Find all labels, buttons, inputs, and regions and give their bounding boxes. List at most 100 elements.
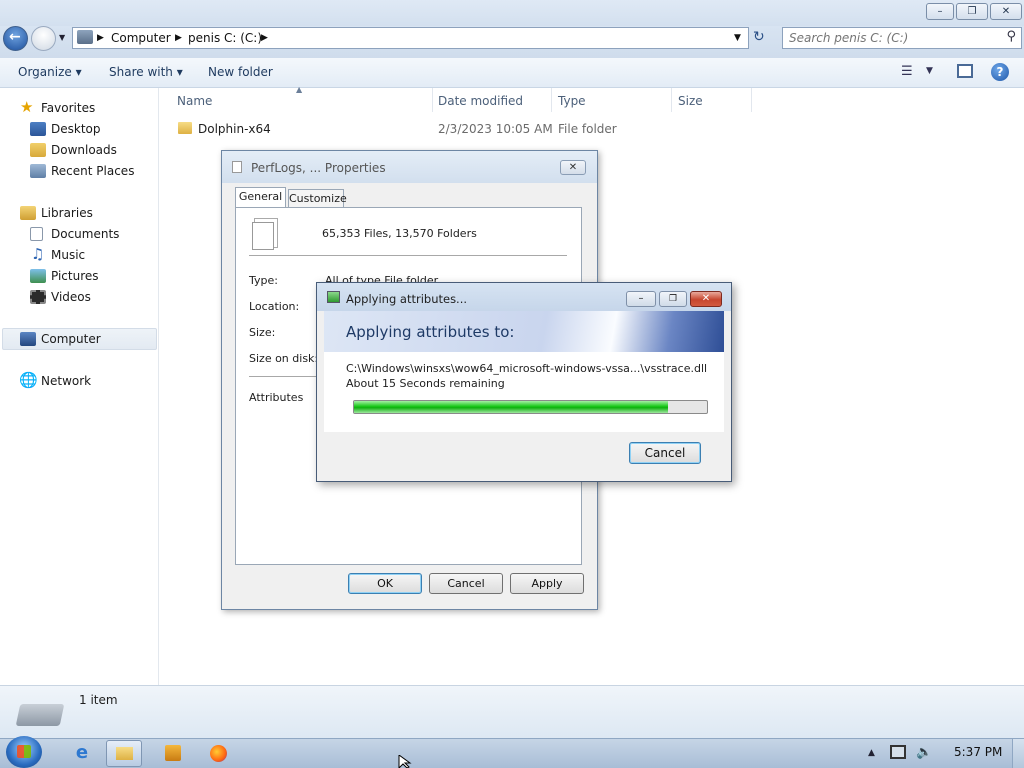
maximize-button[interactable]: ❐ — [956, 3, 988, 20]
back-arrow-icon: ← — [9, 29, 21, 45]
search-box[interactable]: ⚲ — [782, 27, 1022, 49]
applying-title: Applying attributes... — [346, 292, 468, 306]
nav-music[interactable]: Music — [51, 248, 85, 262]
properties-doc-icon — [232, 161, 242, 173]
applying-maximize-button[interactable]: ❐ — [659, 291, 687, 307]
nav-computer[interactable]: Computer — [41, 332, 101, 346]
volume-tray-icon[interactable]: 🔈 — [916, 745, 932, 760]
help-icon[interactable]: ? — [991, 63, 1009, 81]
internet-explorer-taskbar-icon[interactable]: e — [70, 742, 94, 764]
column-header-type[interactable]: Type — [558, 94, 586, 108]
refresh-icon[interactable]: ↻ — [753, 29, 765, 45]
view-options-chevron-icon[interactable]: ▼ — [926, 66, 933, 76]
applying-close-button[interactable]: ✕ — [690, 291, 722, 307]
applying-banner: Applying attributes to: — [324, 311, 724, 352]
change-view-icon[interactable]: ☰ — [901, 64, 913, 79]
recent-pages-chevron-icon[interactable]: ▼ — [59, 33, 65, 42]
item-count: 1 item — [79, 693, 118, 707]
nav-network[interactable]: Network — [41, 374, 91, 388]
music-note-icon: ♫ — [31, 245, 45, 263]
ok-button[interactable]: OK — [348, 573, 422, 594]
windows-logo-icon — [17, 745, 31, 758]
forward-button[interactable] — [31, 26, 56, 51]
nav-recent-places[interactable]: Recent Places — [51, 164, 134, 178]
nav-desktop[interactable]: Desktop — [51, 122, 101, 136]
progress-bar — [353, 400, 708, 414]
column-divider[interactable] — [551, 88, 552, 112]
firefox-taskbar-icon[interactable] — [210, 745, 227, 762]
show-hidden-icons-icon[interactable]: ▲ — [868, 748, 875, 758]
recent-places-icon — [30, 164, 46, 178]
column-divider[interactable] — [751, 88, 752, 112]
computer-small-icon — [77, 30, 93, 44]
documents-icon — [30, 227, 43, 241]
apply-button[interactable]: Apply — [510, 573, 584, 594]
back-button[interactable]: ← — [3, 26, 28, 51]
applying-minimize-button[interactable]: – — [626, 291, 656, 307]
downloads-folder-icon — [30, 143, 46, 157]
nav-pictures[interactable]: Pictures — [51, 269, 99, 283]
folder-icon — [178, 122, 192, 134]
address-bar[interactable]: ▶ Computer ▶ penis C: (C:) ▶ ▼ — [72, 27, 749, 49]
cancel-button[interactable]: Cancel — [429, 573, 503, 594]
share-with-button[interactable]: Share with ▾ — [109, 65, 183, 79]
media-player-taskbar-icon[interactable] — [165, 745, 181, 761]
drive-icon — [15, 704, 65, 726]
address-dropdown-icon[interactable]: ▼ — [734, 33, 741, 43]
file-row[interactable]: Dolphin-x64 2/3/2023 10:05 AM File folde… — [172, 118, 752, 140]
window-titlebar — [0, 0, 1024, 26]
column-divider[interactable] — [432, 88, 433, 112]
properties-close-button[interactable]: ✕ — [560, 160, 586, 175]
applying-heading: Applying attributes to: — [346, 323, 515, 341]
size-label: Size: — [249, 326, 276, 339]
breadcrumb-computer[interactable]: Computer — [111, 31, 171, 45]
network-tray-icon[interactable] — [890, 745, 906, 759]
search-input[interactable] — [789, 30, 999, 46]
file-type: File folder — [558, 122, 617, 136]
minimize-button[interactable]: – — [926, 3, 954, 20]
show-desktop-button[interactable] — [1012, 739, 1024, 768]
search-icon[interactable]: ⚲ — [1006, 29, 1016, 44]
divider — [249, 255, 567, 256]
tab-customize[interactable]: Customize — [288, 189, 347, 209]
videos-icon — [30, 290, 46, 304]
file-date: 2/3/2023 10:05 AM — [438, 122, 553, 136]
time-remaining: About 15 Seconds remaining — [346, 377, 505, 390]
tab-general[interactable]: General — [235, 187, 286, 208]
computer-icon — [20, 332, 36, 346]
desktop-icon — [30, 122, 46, 136]
start-button[interactable] — [6, 736, 42, 768]
file-name: Dolphin-x64 — [198, 122, 271, 136]
size-on-disk-label: Size on disk: — [249, 352, 319, 365]
nav-downloads[interactable]: Downloads — [51, 143, 117, 157]
nav-libraries[interactable]: Libraries — [41, 206, 93, 220]
libraries-icon — [20, 206, 36, 220]
organize-label: Organize — [18, 65, 72, 79]
nav-documents[interactable]: Documents — [51, 227, 119, 241]
breadcrumb-drive[interactable]: penis C: (C:) — [188, 31, 262, 45]
close-button[interactable]: ✕ — [990, 3, 1022, 20]
explorer-taskbar-button[interactable] — [106, 740, 142, 767]
clock[interactable]: 5:37 PM — [954, 745, 1002, 759]
applying-cancel-button[interactable]: Cancel — [629, 442, 701, 464]
pictures-icon — [30, 269, 46, 283]
nav-favorites[interactable]: Favorites — [41, 101, 95, 115]
properties-titlebar: PerfLogs, ... Properties ✕ — [222, 151, 597, 183]
file-folder-summary: 65,353 Files, 13,570 Folders — [322, 227, 477, 240]
type-label: Type: — [249, 274, 278, 287]
share-with-label: Share with — [109, 65, 173, 79]
organize-button[interactable]: Organize ▾ — [18, 65, 82, 79]
properties-title: PerfLogs, ... Properties — [251, 161, 386, 175]
column-header-name[interactable]: Name — [177, 94, 212, 108]
column-divider[interactable] — [671, 88, 672, 112]
breadcrumb-chevron-icon: ▶ — [261, 33, 268, 43]
column-header-date-modified[interactable]: Date modified — [438, 94, 523, 108]
new-folder-button[interactable]: New folder — [208, 65, 273, 79]
column-header-size[interactable]: Size — [678, 94, 703, 108]
location-label: Location: — [249, 300, 300, 313]
network-globe-icon: 🌐 — [19, 371, 38, 389]
preview-pane-icon[interactable] — [957, 64, 973, 78]
current-file-path: C:\Windows\winsxs\wow64_microsoft-window… — [346, 362, 708, 375]
nav-videos[interactable]: Videos — [51, 290, 91, 304]
mouse-cursor-icon — [398, 755, 412, 768]
